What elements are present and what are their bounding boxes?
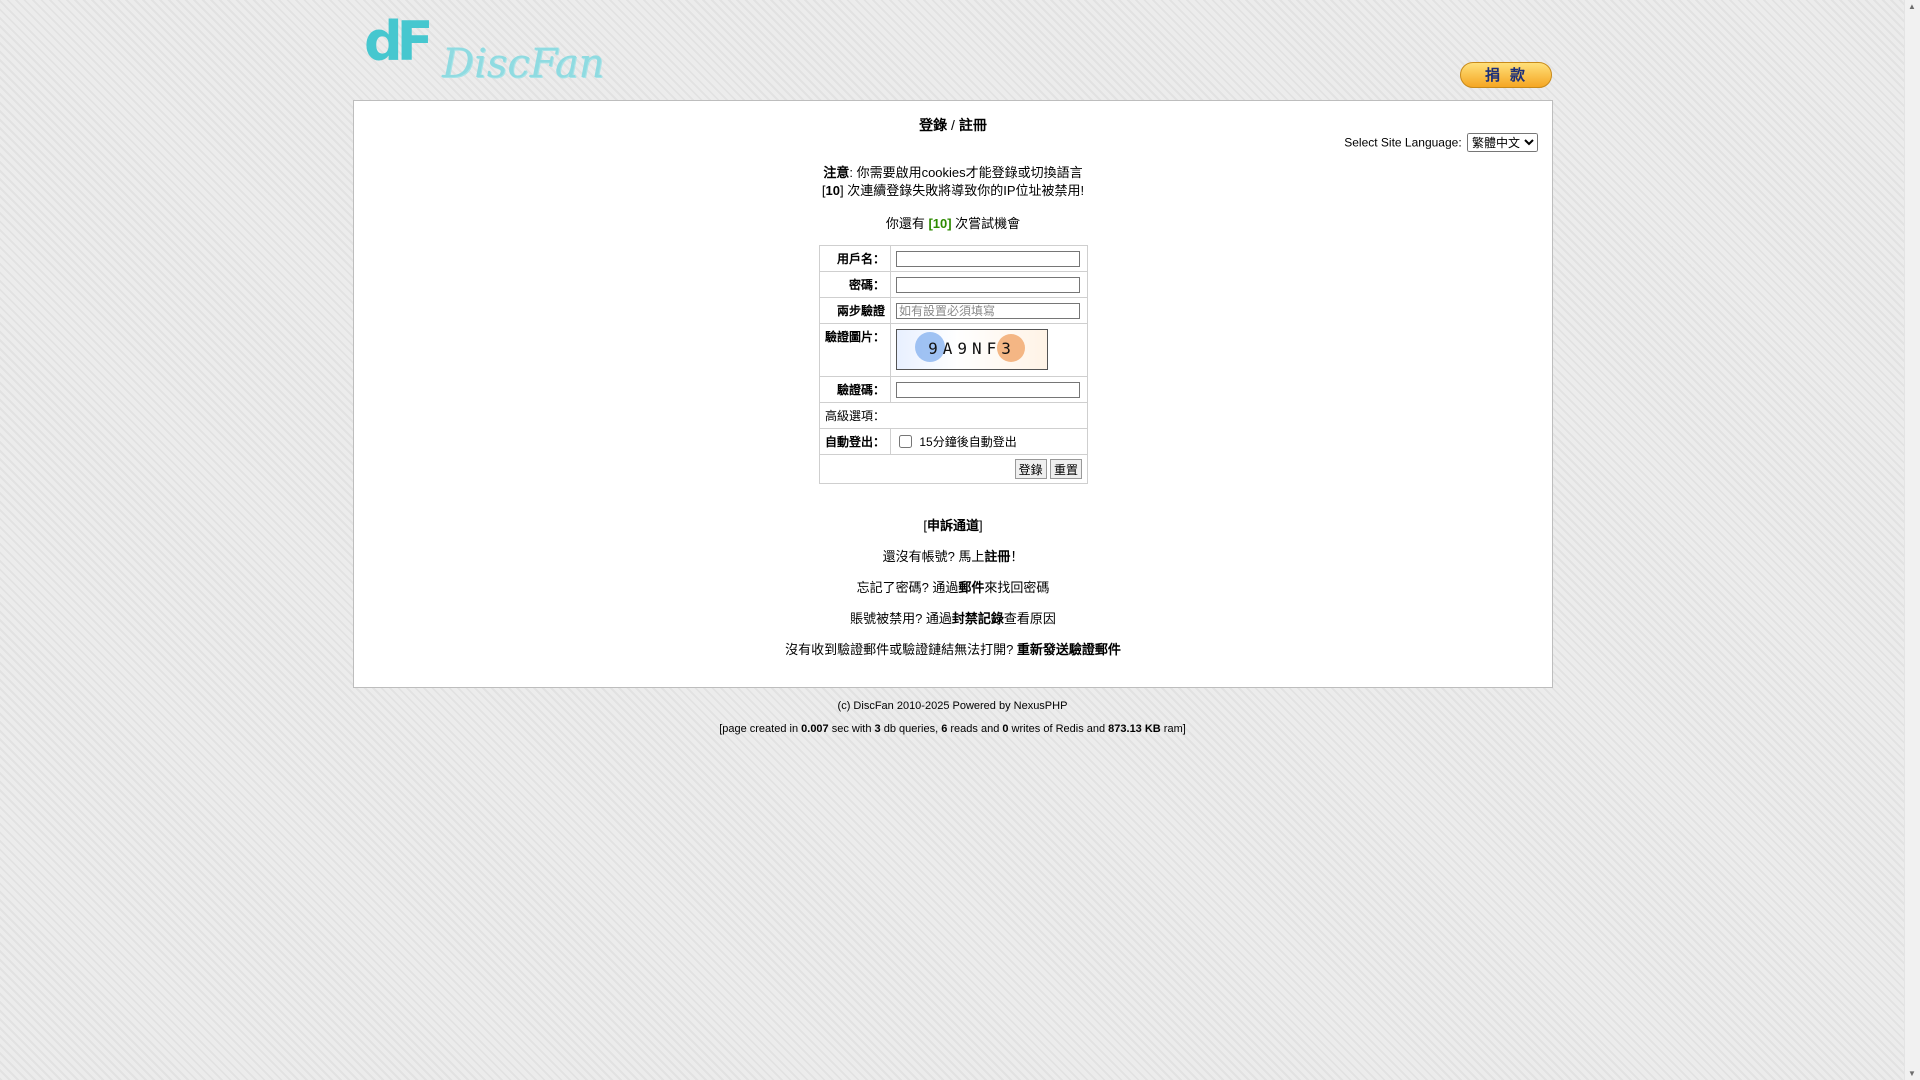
password-label: 密碼： [818,271,892,298]
scroll-up-arrow-icon[interactable]: ▲ [1908,2,1916,11]
no-mail-text: 沒有收到驗證郵件或驗證鏈結無法打開? [785,642,1014,657]
twofa-label: 兩步驗證 [818,297,892,324]
username-label: 用戶名： [818,245,892,272]
twofa-input[interactable] [896,302,1081,319]
chance-post: 次嘗試機會 [951,216,1021,231]
banned-end: 查看原因 [1003,611,1056,626]
chance-count: [10] [928,216,952,231]
fail-count: 10 [825,183,840,198]
autologout-label: 自動登出： [818,428,892,455]
autologout-option: 15分鐘後自動登出 [919,435,1017,449]
notice-bold: 注意 [823,165,850,180]
login-button[interactable]: 登錄 [1014,459,1047,479]
appeal-link[interactable]: 申訴通道 [927,518,979,533]
username-row: 用戶名： [818,245,1088,272]
resend-verification-text: 重新發送驗證郵件 [1016,642,1121,657]
advanced-row: 高級選項： [819,402,1088,429]
recover-mail-text: 郵件 [958,580,985,595]
cookie-notice: 注意: 你需要啟用cookies才能登錄或切換語言 [10] 次連續登錄失敗將導… [821,165,1085,198]
donate-button[interactable]: 捐款 [1460,62,1552,88]
stats-text: db queries, [880,723,942,735]
chance-pre: 你還有 [885,216,929,231]
no-account-line: 還沒有帳號? 馬上註冊！ [354,548,1552,566]
title-separator: / [947,117,959,133]
language-label: Select Site Language: [1344,135,1462,150]
ban-log-link[interactable]: 封禁記錄 [952,611,1004,626]
attempts-remaining: 你還有 [10] 次嘗試機會 [354,213,1552,232]
login-link[interactable]: 登錄 [919,117,947,133]
scroll-down-arrow-icon[interactable]: ▼ [1908,1069,1916,1078]
forgot-end: 來找回密碼 [984,580,1050,595]
notice-text-2: ] 次連續登錄失敗將導致你的IP位址被禁用! [839,183,1085,198]
language-selector: Select Site Language: 繁體中文 [1344,133,1538,152]
resend-line: 沒有收到驗證郵件或驗證鏈結無法打開? 重新發送驗證郵件 [354,641,1552,659]
reset-button[interactable]: 重置 [1049,459,1082,479]
forgot-text: 忘記了密碼? 通過 [856,580,959,595]
password-input[interactable] [896,276,1081,293]
banned-line: 賬號被禁用? 通過封禁記錄查看原因 [354,610,1552,628]
autologout-row: 自動登出： 15分鐘後自動登出 [818,428,1088,455]
stats-ram: 873.13 KB [1108,723,1161,735]
username-input[interactable] [896,250,1081,267]
appeal-link-text: 申訴通道 [926,518,979,533]
site-logo[interactable]: dF DiscFan [364,10,604,84]
page-title: 登錄 / 註冊 [354,115,1552,135]
code-label: 驗證碼： [818,376,892,403]
captcha-row: 驗證圖片： 9A9NF3 [818,323,1088,377]
stats-text: reads and [947,723,1003,735]
appeal-line: [申訴通道] [923,518,983,533]
vertical-scrollbar[interactable]: ▲ ▼ [1904,0,1920,1080]
ban-log-text: 封禁記錄 [951,611,1004,626]
no-account-end: ！ [1010,549,1024,564]
twofa-row: 兩步驗證 [818,297,1088,324]
footer-stats: [page created in 0.007 sec with 3 db que… [0,723,1905,735]
captcha-image[interactable]: 9A9NF3 [896,329,1049,370]
stats-text: sec with [828,723,875,735]
footer-copyright: (c) DiscFan 2010-2025 Powered by NexusPH… [837,700,1068,712]
logo-mark: dF [364,10,434,73]
advanced-options-label: 高級選項： [819,402,1088,429]
signup-link-text: 註冊 [984,549,1011,564]
banned-text: 賬號被禁用? 通過 [850,611,952,626]
stats-text: [page created in [719,723,802,735]
notice-text-1: : 你需要啟用cookies才能登錄或切換語言 [849,165,1083,180]
autologout-checkbox[interactable] [899,435,913,448]
stats-text: writes of Redis and [1008,723,1109,735]
login-form: 用戶名： 密碼： 兩步驗證 驗證圖片： 9A9NF3 驗證碼： [818,245,1088,484]
help-links: [申訴通道] 還沒有帳號? 馬上註冊！ 忘記了密碼? 通過郵件來找回密碼 賬號被… [354,517,1552,672]
language-select[interactable]: 繁體中文 [1467,133,1538,152]
register-link[interactable]: 註冊 [959,117,987,133]
forgot-line: 忘記了密碼? 通過郵件來找回密碼 [354,579,1552,597]
signup-link[interactable]: 註冊 [984,549,1010,564]
recover-mail-link[interactable]: 郵件 [958,580,984,595]
login-panel: 登錄 / 註冊 Select Site Language: 繁體中文 注意: 你… [353,100,1553,688]
stats-text: ram] [1160,723,1186,735]
captcha-label: 驗證圖片： [818,323,892,377]
stats-time: 0.007 [801,723,829,735]
password-row: 密碼： [818,271,1088,298]
resend-verification-link[interactable]: 重新發送驗證郵件 [1017,642,1121,657]
no-account-text: 還沒有帳號? 馬上 [882,549,985,564]
buttons-row: 登錄 重置 [819,454,1088,484]
captcha-code: 9A9NF3 [928,339,1016,358]
code-row: 驗證碼： [818,376,1088,403]
logo-name: DiscFan [442,41,605,87]
captcha-code-input[interactable] [896,381,1081,398]
